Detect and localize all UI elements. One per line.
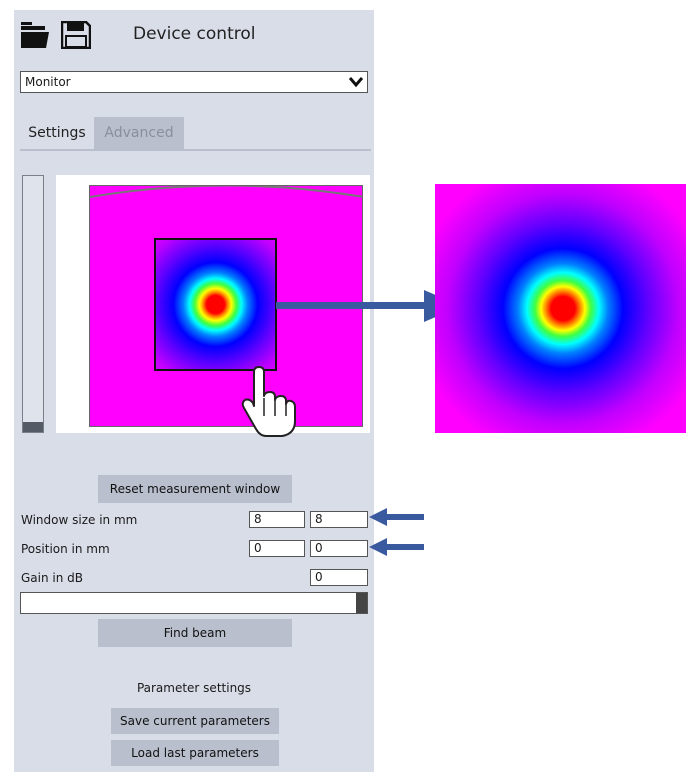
folder-open-icon[interactable]: [21, 22, 49, 48]
window-size-y-field[interactable]: 8: [310, 511, 368, 528]
vertical-slider[interactable]: [22, 175, 44, 433]
gain-slider[interactable]: [20, 592, 368, 614]
gain-slider-thumb[interactable]: [356, 593, 367, 613]
tab-advanced[interactable]: Advanced: [94, 117, 184, 149]
find-beam-button[interactable]: Find beam: [98, 619, 292, 647]
parameter-settings-title: Parameter settings: [136, 681, 252, 695]
tabs-divider: [20, 149, 371, 151]
mode-select[interactable]: Monitor: [20, 71, 368, 93]
position-x-field[interactable]: 0: [249, 540, 305, 557]
gain-label: Gain in dB: [21, 571, 84, 585]
position-arrow-icon: [369, 538, 424, 556]
page-title: Device control: [133, 24, 256, 44]
reset-measurement-window-button[interactable]: Reset measurement window: [98, 475, 292, 503]
tab-settings[interactable]: Settings: [20, 117, 94, 149]
window-size-label: Window size in mm: [21, 513, 138, 527]
zoomed-beam-view: [435, 184, 686, 433]
hand-cursor-icon: [241, 366, 296, 437]
load-last-parameters-button[interactable]: Load last parameters: [111, 740, 279, 766]
position-label: Position in mm: [21, 542, 110, 556]
save-current-parameters-button[interactable]: Save current parameters: [111, 708, 279, 734]
chevron-down-icon: [349, 77, 363, 88]
window-size-x-field[interactable]: 8: [249, 511, 305, 528]
zoom-arrow-icon: [276, 290, 461, 322]
floppy-disk-icon[interactable]: [61, 21, 91, 49]
mode-select-value: Monitor: [25, 75, 71, 89]
position-y-field[interactable]: 0: [310, 540, 368, 557]
window-size-arrow-icon: [369, 508, 424, 526]
measurement-window[interactable]: [154, 238, 277, 371]
vertical-slider-thumb[interactable]: [23, 422, 43, 432]
gain-field[interactable]: 0: [310, 569, 368, 586]
